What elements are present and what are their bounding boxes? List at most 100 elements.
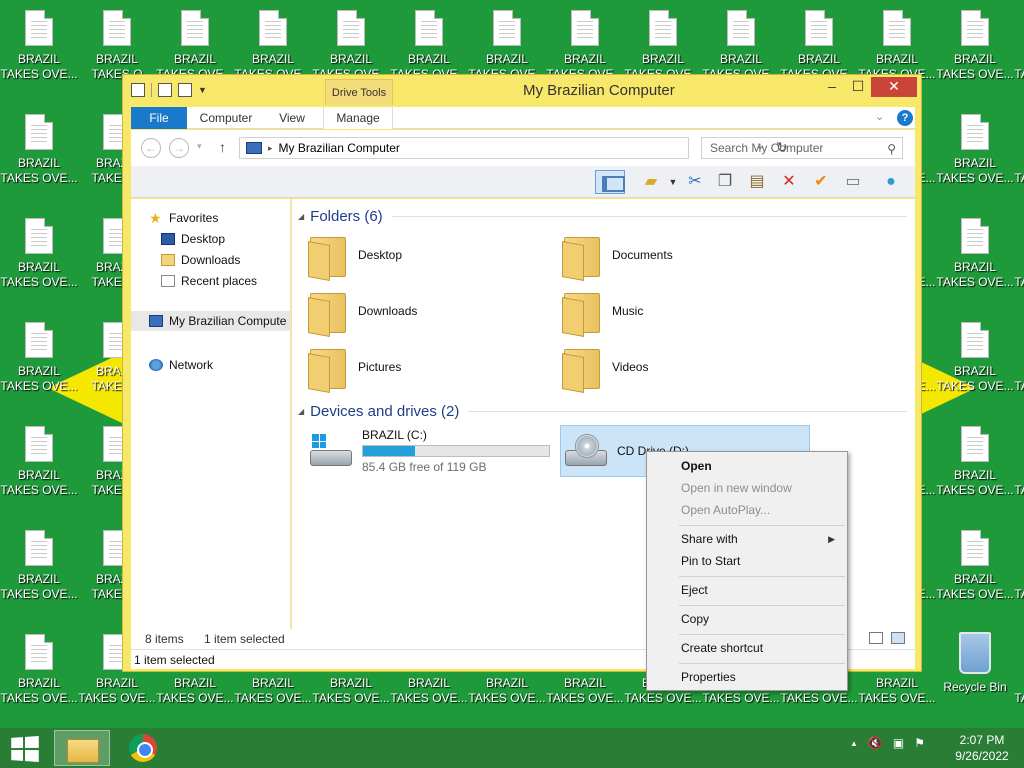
drive-c[interactable]: BRAZIL (C:) 85.4 GB free of 119 GB	[308, 425, 556, 477]
context-menu: Open Open in new window Open AutoPlay...…	[646, 451, 848, 691]
nav-favorites[interactable]: ★ Favorites	[149, 209, 218, 227]
delete-icon[interactable]: ✕	[777, 170, 801, 194]
document-icon	[415, 10, 443, 46]
desktop-file-icon[interactable]: BRAZILTAKES OVE...	[936, 104, 1014, 208]
search-icon[interactable]: ⚲	[887, 139, 896, 159]
devices-section-header[interactable]: ◢ Devices and drives (2)	[298, 401, 459, 421]
folder-music[interactable]: Music	[562, 285, 802, 337]
address-bar[interactable]: ▸ My Brazilian Computer ⌄ ↻	[239, 137, 788, 159]
desktop-file-label: TAKES OVE...	[936, 275, 1014, 289]
menu-item-eject[interactable]: Eject	[649, 579, 845, 601]
forward-button[interactable]: →	[169, 138, 189, 158]
desktop-file-icon[interactable]: BRAZILTAKES OVE...	[1014, 312, 1024, 416]
desktop-file-icon[interactable]: BRAZILTAKES OVE...	[0, 624, 78, 728]
menu-item-open-autoplay[interactable]: Open AutoPlay...	[649, 499, 845, 521]
view-switcher	[869, 632, 905, 644]
tab-file[interactable]: File	[131, 107, 187, 129]
desktop-file-icon[interactable]: BRAZILTAKES OVE...	[936, 520, 1014, 624]
menu-item-share-with[interactable]: Share with ▶	[649, 528, 845, 550]
desktop-file-icon[interactable]: BRAZILTAKES OVE...	[1014, 0, 1024, 104]
desktop-file-icon[interactable]: BRAZILTAKES OVE...	[0, 312, 78, 416]
desktop-file-icon[interactable]: BRAZILTAKES OVE...	[1014, 624, 1024, 728]
title-bar[interactable]: ▼ Drive Tools My Brazilian Computer – ☐ …	[123, 75, 921, 107]
nav-desktop[interactable]: Desktop	[161, 230, 225, 248]
folder-downloads[interactable]: Downloads	[308, 285, 548, 337]
nav-downloads[interactable]: Downloads	[161, 251, 240, 269]
chevron-right-icon[interactable]: ▸	[268, 143, 273, 154]
folder-desktop[interactable]: Desktop	[308, 229, 548, 281]
folder-label: Desktop	[358, 248, 403, 262]
desktop-file-icon[interactable]: BRAZILTAKES OVE...	[1014, 520, 1024, 624]
rename-icon[interactable]: ▭	[841, 170, 865, 194]
nav-network[interactable]: Network	[149, 356, 213, 374]
properties-icon[interactable]	[158, 83, 172, 97]
menu-item-copy[interactable]: Copy	[649, 608, 845, 630]
copy-icon[interactable]: ❐	[713, 170, 737, 194]
nav-recent-places[interactable]: Recent places	[161, 272, 257, 290]
menu-item-properties[interactable]: Properties	[649, 666, 845, 688]
desktop-file-icon[interactable]: BRAZILTAKES OVE...	[0, 416, 78, 520]
tab-computer[interactable]: Computer	[195, 107, 257, 129]
folder-videos[interactable]: Videos	[562, 341, 802, 393]
new-folder-icon[interactable]	[178, 83, 192, 97]
desktop-file-icon[interactable]: BRAZILTAKES OVE...	[0, 104, 78, 208]
show-hidden-icons-icon[interactable]: ▲	[850, 739, 858, 748]
system-tray: ▲ 🔇 ▣ ⚑	[850, 736, 925, 750]
drive-c-name: BRAZIL (C:)	[362, 428, 427, 442]
clock[interactable]: 2:07 PM 9/26/2022	[952, 732, 1012, 764]
nav-computer[interactable]: My Brazilian Compute	[131, 311, 291, 331]
desktop-file-icon[interactable]: BRAZILTAKES OVE...	[1014, 416, 1024, 520]
chevron-down-icon[interactable]: ▼	[661, 170, 685, 194]
up-button[interactable]: ↑	[219, 139, 226, 155]
folder-documents[interactable]: Documents	[562, 229, 802, 281]
recycle-bin[interactable]: Recycle Bin	[936, 628, 1014, 694]
hard-drive-icon	[308, 434, 352, 468]
desktop-file-icon[interactable]: BRAZILTAKES OVE...	[0, 520, 78, 624]
computer-icon[interactable]	[131, 83, 145, 97]
desktop-file-icon[interactable]: BRAZILTAKES OVE...	[936, 312, 1014, 416]
desktop-file-icon[interactable]: BRAZILTAKES OVE...	[936, 416, 1014, 520]
network-status-icon[interactable]: ▣	[893, 736, 904, 750]
details-view-icon[interactable]	[869, 632, 883, 644]
back-button[interactable]: ←	[141, 138, 161, 158]
menu-item-create-shortcut[interactable]: Create shortcut	[649, 637, 845, 659]
search-input[interactable]: Search My Computer ⚲	[701, 137, 903, 159]
recent-locations-icon[interactable]: ▾	[197, 141, 202, 152]
maximize-button[interactable]: ☐	[843, 77, 873, 97]
nav-favorites-label: Favorites	[169, 211, 219, 225]
folders-section-header[interactable]: ◢ Folders (6)	[298, 206, 383, 226]
desktop-file-label: TAKES OVE...	[234, 691, 312, 705]
customize-dropdown-icon[interactable]: ▼	[198, 85, 207, 95]
large-icons-view-icon[interactable]	[891, 632, 905, 644]
desktop-file-icon[interactable]: BRAZILTAKES OVE...	[1014, 104, 1024, 208]
desktop-file-icon[interactable]: BRAZILTAKES OVE...	[0, 0, 78, 104]
tab-manage[interactable]: Manage	[323, 107, 393, 129]
menu-item-open-new-window[interactable]: Open in new window	[649, 477, 845, 499]
chrome-taskbar-icon[interactable]	[116, 730, 172, 766]
desktop-file-icon[interactable]: BRAZILTAKES OVE...	[936, 0, 1014, 104]
volume-muted-icon[interactable]: 🔇	[868, 736, 883, 750]
desktop-file-icon[interactable]: BRAZILTAKES OVE...	[0, 208, 78, 312]
help-icon[interactable]: ?	[897, 110, 913, 126]
desktop-file-label: TAKES OVE...	[1014, 379, 1024, 393]
cut-icon[interactable]: ✂	[683, 170, 707, 194]
collapse-icon[interactable]: ◢	[298, 212, 304, 221]
checkmark-icon[interactable]: ✔	[809, 170, 833, 194]
folder-label: Music	[612, 304, 644, 318]
action-center-flag-icon[interactable]: ⚑	[914, 736, 925, 750]
desktop-file-icon[interactable]: BRAZILTAKES OVE...	[1014, 208, 1024, 312]
file-explorer-taskbar-icon[interactable]	[54, 730, 110, 766]
globe-icon[interactable]: ●	[879, 170, 903, 194]
folder-pictures[interactable]: Pictures	[308, 341, 548, 393]
menu-item-pin-to-start[interactable]: Pin to Start	[649, 550, 845, 572]
tab-view[interactable]: View	[271, 107, 313, 129]
desktop-file-icon[interactable]: BRAZILTAKES OVE...	[936, 208, 1014, 312]
start-button[interactable]	[11, 736, 39, 762]
close-button[interactable]: ✕	[871, 77, 917, 97]
expand-ribbon-icon[interactable]: ⌄	[875, 110, 884, 123]
menu-item-open[interactable]: Open	[649, 455, 845, 477]
preview-pane-icon[interactable]	[595, 170, 625, 194]
properties-folder-icon[interactable]: ▰	[639, 170, 663, 194]
collapse-icon[interactable]: ◢	[298, 407, 304, 416]
paste-icon[interactable]: ▤	[745, 170, 769, 194]
